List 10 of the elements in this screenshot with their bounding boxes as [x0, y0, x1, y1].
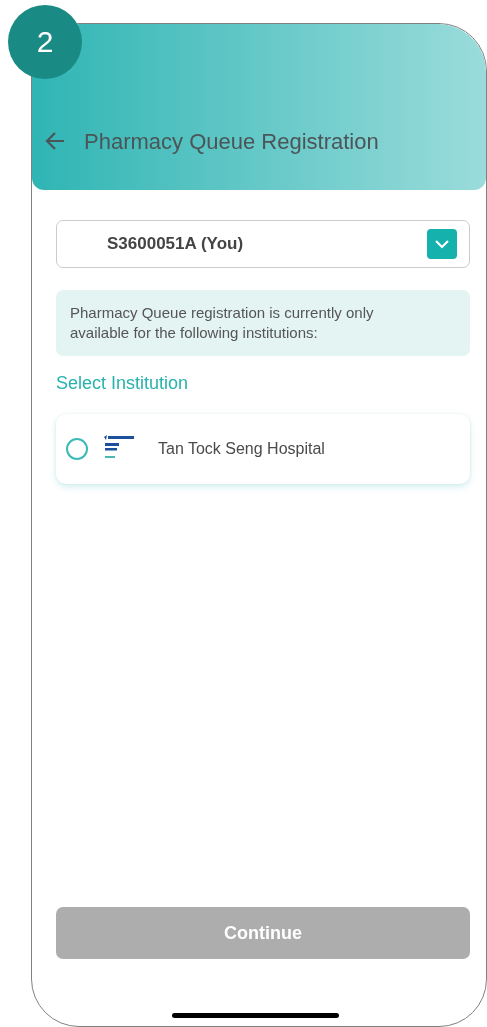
section-label: Select Institution: [56, 373, 190, 394]
institution-name: Tan Tock Seng Hospital: [158, 440, 325, 458]
patient-dropdown[interactable]: S3600051A (You): [56, 220, 470, 268]
institution-option[interactable]: Tan Tock Seng Hospital: [56, 414, 470, 484]
chevron-down-icon: [427, 229, 457, 259]
back-arrow-icon[interactable]: [44, 130, 66, 152]
info-notice: Pharmacy Queue registration is currently only available for the following institutions:: [56, 290, 470, 356]
step-number-badge: 2: [8, 5, 82, 79]
screen-title: Pharmacy Queue Registration: [84, 129, 379, 155]
radio-button[interactable]: [66, 438, 88, 460]
